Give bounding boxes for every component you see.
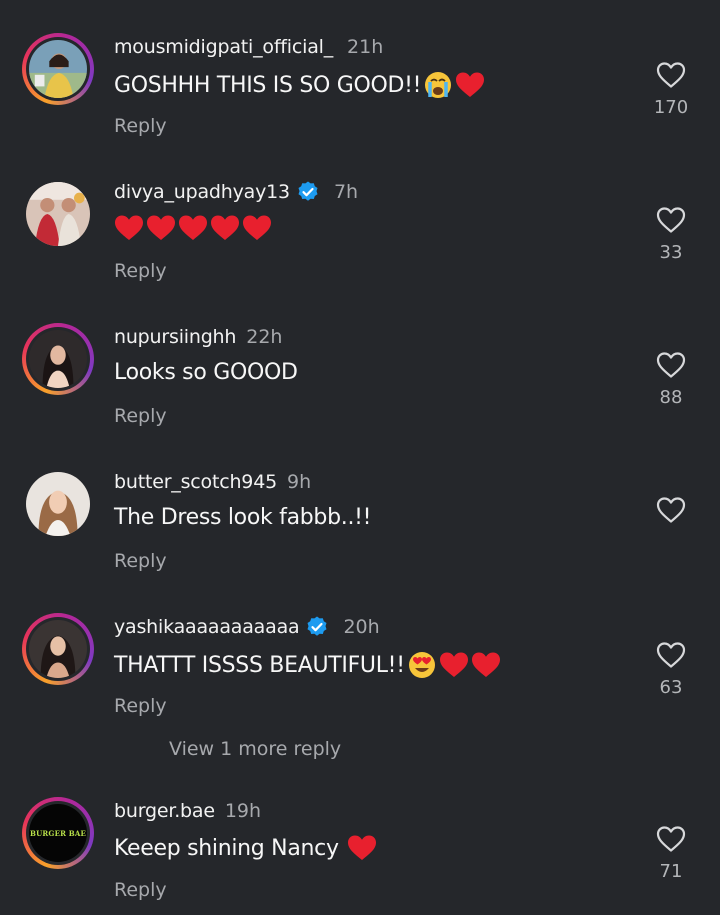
avatar[interactable] bbox=[22, 613, 94, 685]
username[interactable]: burger.bae bbox=[114, 800, 215, 822]
comment-text-body: GOSHHH THIS IS SO GOOD!! bbox=[114, 72, 422, 98]
avatar[interactable] bbox=[22, 323, 94, 395]
avatar-photo bbox=[29, 620, 87, 678]
timestamp: 20h bbox=[343, 616, 380, 638]
loudly-crying-face-icon bbox=[425, 72, 452, 98]
comment-text: THATTT ISSSS BEAUTIFUL!! bbox=[114, 650, 501, 680]
comment-meta: mousmidigpati_official_ 21h bbox=[114, 33, 383, 61]
red-heart-icon bbox=[439, 652, 468, 677]
like-count: 71 bbox=[659, 861, 683, 882]
red-heart-icon bbox=[456, 72, 485, 97]
comment-text-body: The Dress look fabbb..!! bbox=[114, 505, 372, 530]
avatar[interactable] bbox=[22, 33, 94, 105]
like-count: 88 bbox=[659, 387, 683, 408]
timestamp: 9h bbox=[286, 471, 312, 493]
verified-badge-icon bbox=[307, 616, 327, 636]
comment-text: Keeep shining Nancy bbox=[114, 834, 377, 862]
comment-meta: butter_scotch945 9h bbox=[114, 468, 311, 496]
reply-button[interactable]: Reply bbox=[114, 879, 167, 901]
avatar-photo bbox=[26, 472, 90, 536]
comment-text: GOSHHH THIS IS SO GOOD!! bbox=[114, 70, 485, 100]
heart-outline-icon[interactable] bbox=[656, 351, 686, 379]
like-count: 170 bbox=[653, 97, 689, 118]
comment-meta: divya_upadhyay13 7h bbox=[114, 178, 358, 206]
reply-button[interactable]: Reply bbox=[114, 550, 167, 572]
reply-button[interactable]: Reply bbox=[114, 115, 167, 137]
reply-button[interactable]: Reply bbox=[114, 260, 167, 282]
username[interactable]: divya_upadhyay13 bbox=[114, 181, 290, 203]
red-heart-icon bbox=[115, 215, 143, 240]
like-count: 33 bbox=[659, 242, 683, 263]
red-heart-icon bbox=[211, 215, 239, 240]
timestamp: 22h bbox=[246, 326, 283, 348]
username[interactable]: yashikaaaaaaaaaaa bbox=[114, 616, 300, 638]
reply-button[interactable]: Reply bbox=[114, 695, 167, 717]
username[interactable]: mousmidigpati_official_ bbox=[114, 36, 333, 58]
username[interactable]: nupursiinghh bbox=[114, 326, 236, 348]
avatar-photo bbox=[29, 330, 87, 388]
username[interactable]: butter_scotch945 bbox=[114, 471, 277, 493]
red-heart-icon bbox=[471, 652, 500, 677]
heart-outline-icon[interactable] bbox=[656, 641, 686, 669]
avatar[interactable]: BURGER BAE bbox=[22, 797, 94, 869]
heart-outline-icon[interactable] bbox=[656, 61, 686, 89]
view-more-replies-button[interactable]: View 1 more reply bbox=[169, 738, 341, 760]
comment-meta: yashikaaaaaaaaaaa 20h bbox=[114, 613, 380, 641]
red-heart-icon bbox=[179, 215, 207, 240]
heart-eyes-face-icon bbox=[408, 652, 435, 678]
verified-badge-icon bbox=[298, 181, 318, 201]
heart-outline-icon[interactable] bbox=[656, 496, 686, 524]
avatar[interactable] bbox=[22, 178, 94, 250]
comment-text bbox=[114, 214, 272, 242]
avatar[interactable] bbox=[22, 468, 94, 540]
timestamp: 19h bbox=[224, 800, 262, 822]
comment-text-body: THATTT ISSSS BEAUTIFUL!! bbox=[114, 652, 405, 678]
avatar-photo: BURGER BAE bbox=[29, 804, 87, 862]
comment-text-body: Looks so GOOOD bbox=[114, 360, 298, 385]
heart-outline-icon[interactable] bbox=[656, 206, 686, 234]
comment-meta: nupursiinghh 22h bbox=[114, 323, 282, 351]
heart-outline-icon[interactable] bbox=[656, 825, 686, 853]
comment-text: Looks so GOOOD bbox=[114, 360, 298, 385]
like-count: 63 bbox=[659, 677, 683, 698]
timestamp: 21h bbox=[347, 36, 384, 58]
avatar-photo bbox=[29, 40, 87, 98]
reply-button[interactable]: Reply bbox=[114, 405, 167, 427]
avatar-photo bbox=[26, 182, 90, 246]
red-heart-icon bbox=[243, 215, 271, 240]
red-heart-icon bbox=[147, 215, 175, 240]
comment-meta: burger.bae 19h bbox=[114, 797, 261, 825]
red-heart-icon bbox=[347, 835, 376, 860]
avatar-brand-text: BURGER BAE bbox=[29, 828, 87, 838]
comment-text-body: Keeep shining Nancy bbox=[114, 835, 339, 861]
comment-text: The Dress look fabbb..!! bbox=[114, 505, 371, 530]
timestamp: 7h bbox=[333, 181, 359, 203]
